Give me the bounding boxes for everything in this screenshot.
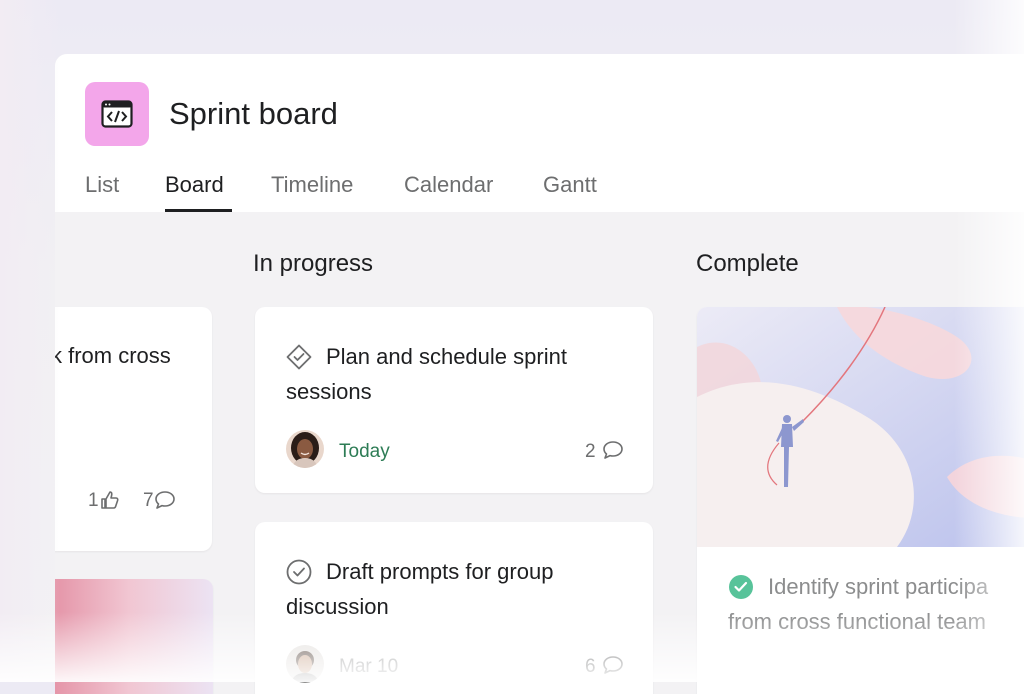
task-card-image-partial[interactable] [55, 579, 213, 694]
comment-count: 7 [143, 490, 154, 511]
comment-count: 6 [585, 656, 596, 677]
comment-icon[interactable] [602, 655, 624, 680]
comment-icon[interactable] [602, 440, 624, 465]
due-date[interactable]: Today [339, 441, 390, 463]
task-card-partial[interactable]: k from cross 1 7 [55, 307, 212, 551]
tab-list[interactable]: List [85, 172, 119, 198]
like-count: 1 [88, 490, 99, 511]
comment-count: 2 [585, 441, 596, 462]
code-window-icon [85, 82, 149, 146]
cover-illustration [697, 307, 1024, 547]
tab-timeline[interactable]: Timeline [271, 172, 353, 198]
task-check-icon[interactable] [286, 559, 312, 590]
task-title-line2: sessions [286, 379, 372, 404]
page-title: Sprint board [169, 96, 338, 131]
task-card-complete[interactable]: Identify sprint participa from cross fun… [697, 307, 1024, 694]
task-title-line2: from cross functional team [728, 609, 986, 634]
left-edge-fade [0, 0, 60, 682]
avatar[interactable] [286, 430, 324, 468]
task-title-line1: Identify sprint participa [768, 574, 989, 599]
due-date[interactable]: Mar 10 [339, 656, 398, 678]
task-title-line2: discussion [286, 594, 389, 619]
task-card[interactable]: Draft prompts for group discussion Mar 1… [255, 522, 653, 694]
task-title: k from cross [55, 343, 171, 368]
thumbs-up-icon[interactable] [100, 490, 120, 515]
task-check-icon[interactable] [286, 344, 312, 375]
project-header: Sprint board List Board Timeline Calenda… [55, 54, 1024, 212]
tab-calendar[interactable]: Calendar [404, 172, 493, 198]
column-title-in-progress: In progress [253, 250, 374, 277]
avatar[interactable] [286, 645, 324, 683]
tab-gantt[interactable]: Gantt [543, 172, 597, 198]
task-card[interactable]: Plan and schedule sprint sessions Today … [255, 307, 653, 493]
task-title-line1: Draft prompts for group [326, 559, 554, 584]
project-window: Sprint board List Board Timeline Calenda… [55, 54, 1024, 694]
active-tab-indicator [165, 209, 232, 212]
tab-board[interactable]: Board [165, 172, 224, 198]
completed-check-icon[interactable] [728, 574, 754, 605]
comment-icon[interactable] [154, 490, 176, 515]
task-title-line1: Plan and schedule sprint [326, 344, 567, 369]
column-title-complete: Complete [696, 250, 799, 277]
